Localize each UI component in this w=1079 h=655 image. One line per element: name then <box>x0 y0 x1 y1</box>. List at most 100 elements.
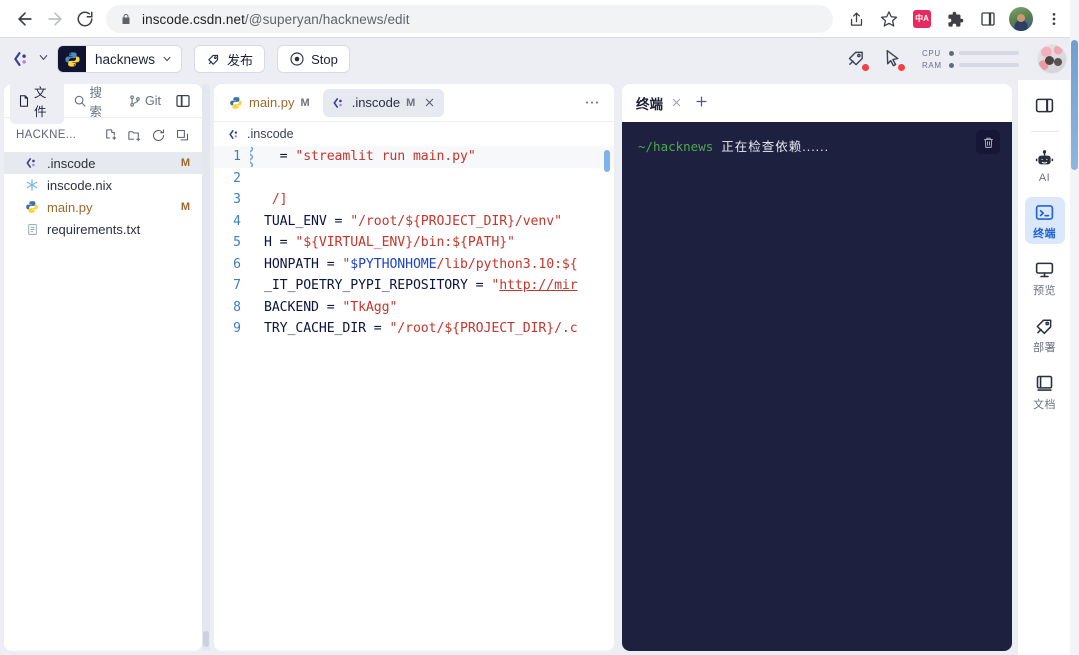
rail-item-ai[interactable]: AI <box>1025 144 1065 187</box>
ram-indicator <box>949 62 954 68</box>
code-line[interactable]: 1 = "streamlit run main.py" <box>214 146 614 168</box>
code-text: HONPATH = "$PYTHONHOME/lib/python3.10:${ <box>264 256 578 272</box>
rail-item-terminal-label: 终端 <box>1033 228 1056 240</box>
code-text: _IT_POETRY_PYPI_REPOSITORY = "http://mir <box>264 278 578 294</box>
browser-profile-button[interactable] <box>1006 4 1036 34</box>
file-icon <box>19 94 29 107</box>
share-button[interactable] <box>841 4 871 34</box>
toolbar-right-group: CPU RAM <box>846 44 1067 74</box>
cursor-status-button[interactable] <box>882 48 905 71</box>
inscode-logo-icon[interactable] <box>12 49 32 69</box>
translate-extension-button[interactable]: 中A <box>907 4 937 34</box>
page-scrollbar[interactable] <box>1070 0 1079 655</box>
code-lines[interactable]: 1 = "streamlit run main.py" 2 3 /] 4 TUAL_EN… <box>214 146 614 340</box>
collapse-all-button[interactable] <box>170 123 194 147</box>
cpu-label: CPU <box>922 48 941 58</box>
editor-tab-inscode[interactable]: .inscode M <box>322 88 445 117</box>
rail-item-terminal[interactable]: 终端 <box>1024 197 1065 244</box>
code-line[interactable]: 5 H = "${VIRTUAL_ENV}/bin:${PATH}" <box>214 232 614 254</box>
sidebar-tab-files[interactable]: 文件 <box>10 84 64 124</box>
project-selector[interactable]: hacknews <box>57 45 183 73</box>
python-file-icon <box>24 199 40 215</box>
file-item-requirements-txt[interactable]: requirements.txt <box>4 218 202 240</box>
file-item-main-py[interactable]: main.py M <box>4 196 202 218</box>
file-item-label: requirements.txt <box>47 221 141 237</box>
new-folder-button[interactable] <box>122 123 146 147</box>
publish-button[interactable]: 发布 <box>194 45 266 73</box>
stop-button[interactable]: Stop <box>277 45 350 73</box>
extensions-button[interactable] <box>940 4 970 34</box>
sidebar-layout-toggle[interactable] <box>170 89 196 113</box>
back-button[interactable] <box>10 4 40 34</box>
plus-icon[interactable] <box>694 94 709 113</box>
editor-panel: main.py M .inscode M .inscode 1 = "strea… <box>214 84 614 651</box>
more-horizontal-icon[interactable] <box>574 100 610 105</box>
reload-button[interactable] <box>70 4 100 34</box>
rail-divider <box>1030 131 1059 132</box>
search-icon <box>74 95 86 107</box>
clear-terminal-button[interactable] <box>976 130 1000 154</box>
inscode-file-icon <box>24 155 40 171</box>
editor-tab-main-py[interactable]: main.py M <box>220 89 319 117</box>
text-file-icon <box>24 221 40 237</box>
code-line[interactable]: 7 _IT_POETRY_PYPI_REPOSITORY = "http://mi… <box>214 275 614 297</box>
file-item-inscode[interactable]: .inscode M <box>4 152 202 174</box>
code-line[interactable]: 2 <box>214 168 614 190</box>
close-icon[interactable] <box>424 97 435 108</box>
code-area[interactable]: 1 = "streamlit run main.py" 2 3 /] 4 TUAL_EN… <box>214 146 614 651</box>
workspace: 文件 搜索 Git HACKNE... .inscode M inscode.n… <box>0 80 1079 655</box>
reload-icon <box>77 11 93 27</box>
terminal-message: 正在检查依赖...... <box>721 140 830 154</box>
terminal-tab-label: 终端 <box>636 97 663 112</box>
lock-icon <box>120 12 132 26</box>
file-item-inscode-nix[interactable]: inscode.nix <box>4 174 202 196</box>
explorer-title: HACKNE... <box>16 129 77 141</box>
translate-extension-icon: 中A <box>913 10 931 28</box>
terminal-output[interactable]: ~/hacknews 正在检查依赖...... <box>622 122 1012 651</box>
stop-circle-icon <box>290 52 304 66</box>
code-line[interactable]: 6 HONPATH = "$PYTHONHOME/lib/python3.10:$… <box>214 254 614 276</box>
inscode-file-icon <box>333 97 342 108</box>
bookmark-button[interactable] <box>874 4 904 34</box>
line-number: 9 <box>233 321 241 337</box>
breadcrumb[interactable]: .inscode <box>214 122 614 146</box>
deploy-status-button[interactable] <box>846 48 869 71</box>
forward-button[interactable] <box>40 4 70 34</box>
refresh-button[interactable] <box>146 123 170 147</box>
code-line[interactable]: 9 TRY_CACHE_DIR = "/root/${PROJECT_DIR}/.… <box>214 318 614 340</box>
sidebar-tab-git[interactable]: Git <box>121 90 168 112</box>
cpu-bar <box>959 51 1019 55</box>
arrow-left-icon <box>18 12 32 26</box>
editor-vertical-scrollbar-thumb[interactable] <box>604 150 610 172</box>
page-scrollbar-thumb[interactable] <box>1071 40 1078 170</box>
sidebar-tab-search[interactable]: 搜索 <box>66 84 120 124</box>
url-path: /@superyan/hacknews/edit <box>244 11 410 27</box>
rail-item-layout[interactable] <box>1025 90 1065 119</box>
line-number: 8 <box>233 299 241 315</box>
sidebar-scrollbar-thumb[interactable] <box>203 631 209 647</box>
rail-item-docs[interactable]: 文档 <box>1025 368 1065 415</box>
code-text: = "streamlit run main.py" <box>264 149 476 165</box>
new-file-button[interactable] <box>98 123 122 147</box>
address-bar[interactable]: inscode.csdn.net/@superyan/hacknews/edit <box>106 5 833 33</box>
python-file-icon <box>230 96 242 109</box>
side-panel-button[interactable] <box>973 4 1003 34</box>
ram-meter: RAM <box>922 61 1019 70</box>
code-line[interactable]: 4 TUAL_ENV = "/root/${PROJECT_DIR}/venv" <box>214 211 614 233</box>
rail-item-preview[interactable]: 预览 <box>1025 254 1065 301</box>
logo-chevron-down-icon[interactable] <box>38 50 49 68</box>
code-line[interactable]: 3 /] <box>214 189 614 211</box>
terminal-tab[interactable]: 终端 <box>636 93 682 113</box>
sidebar-tab-files-label: 文件 <box>34 85 47 119</box>
sidebar-scrollbar[interactable] <box>202 84 210 651</box>
rail-item-deploy[interactable]: 部署 <box>1025 311 1065 358</box>
close-icon[interactable] <box>671 95 682 111</box>
app-toolbar: hacknews 发布 Stop CPU RAM <box>0 38 1079 80</box>
code-line[interactable]: 8 BACKEND = "TkAgg" <box>214 297 614 319</box>
user-avatar[interactable] <box>1037 44 1067 74</box>
file-item-label: main.py <box>47 199 93 215</box>
right-activity-bar: AI 终端 预览 部署 文档 <box>1018 80 1071 655</box>
project-chevron-down-icon[interactable] <box>162 54 181 64</box>
terminal-icon <box>1035 205 1054 220</box>
browser-menu-button[interactable] <box>1039 4 1069 34</box>
